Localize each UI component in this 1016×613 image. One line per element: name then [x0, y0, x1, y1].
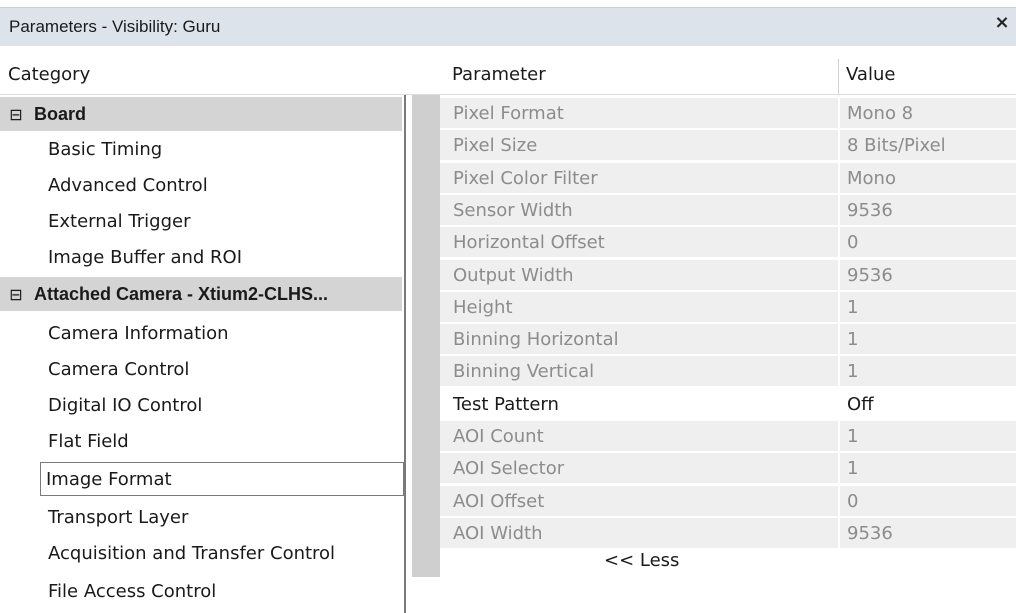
parameter-name: Sensor Width	[440, 194, 838, 226]
parameter-value: 0	[839, 227, 1016, 259]
category-item[interactable]: Acquisition and Transfer Control	[0, 537, 402, 571]
category-label: External Trigger	[48, 211, 191, 232]
parameter-column-header[interactable]: Parameter	[452, 59, 546, 91]
category-label: Basic Timing	[48, 139, 163, 160]
parameter-value: 1	[839, 421, 1016, 452]
parameter-name: Binning Vertical	[440, 356, 838, 388]
parameter-value: 0	[839, 485, 1016, 517]
column-divider[interactable]	[838, 59, 839, 95]
parameter-name: Test Pattern	[440, 388, 838, 420]
parameter-value[interactable]: Off	[839, 388, 1016, 420]
parameter-name: Pixel Size	[440, 130, 838, 162]
parameter-value: 9536	[839, 194, 1016, 226]
parameter-row[interactable]: Sensor Width 9536	[440, 194, 1016, 227]
parameter-value: Mono	[839, 162, 1016, 194]
category-label: Digital IO Control	[48, 395, 203, 416]
parameter-name: Pixel Color Filter	[440, 162, 838, 194]
category-label: Camera Information	[48, 323, 229, 344]
category-item[interactable]: Transport Layer	[0, 501, 402, 535]
parameter-row[interactable]: Binning Vertical 1	[440, 356, 1016, 388]
parameter-row[interactable]: Pixel Size 8 Bits/Pixel	[440, 130, 1016, 162]
category-label: Board	[34, 104, 87, 124]
parameter-value: 1	[839, 453, 1016, 485]
category-item[interactable]: File Access Control	[0, 575, 402, 609]
parameter-row[interactable]: AOI Offset 0	[440, 485, 1016, 518]
parameter-row[interactable]: Pixel Format Mono 8	[440, 98, 1016, 130]
category-item[interactable]: Camera Information	[0, 317, 402, 351]
window-titlebar: Parameters - Visibility: Guru ×	[0, 7, 1016, 46]
parameter-row[interactable]: AOI Selector 1	[440, 453, 1016, 485]
parameter-row[interactable]: Height 1	[440, 291, 1016, 324]
parameter-value: 1	[839, 324, 1016, 356]
parameter-row[interactable]: Pixel Color Filter Mono	[440, 162, 1016, 195]
category-label: Camera Control	[48, 359, 190, 380]
parameter-value: 9536	[839, 259, 1016, 291]
category-group[interactable]: ⊟ Attached Camera - Xtium2-CLHS...	[0, 277, 402, 311]
close-icon[interactable]: ×	[991, 12, 1013, 34]
parameter-value: 1	[839, 291, 1016, 323]
parameter-name: Output Width	[440, 259, 838, 291]
parameter-row[interactable]: Binning Horizontal 1	[440, 324, 1016, 356]
category-item[interactable]: Advanced Control	[0, 169, 402, 203]
category-label: Advanced Control	[48, 175, 208, 196]
category-tree: ⊟ Board Basic Timing Advanced Control Extern…	[0, 95, 406, 613]
category-item[interactable]: Image Format	[40, 462, 404, 496]
category-label: Transport Layer	[48, 507, 189, 528]
parameter-row[interactable]: AOI Count 1	[440, 421, 1016, 453]
category-item[interactable]: Image Buffer and ROI	[0, 241, 402, 275]
category-item[interactable]: Flat Field	[0, 425, 402, 459]
parameter-value: 9536	[839, 517, 1016, 549]
parameter-value: Mono 8	[839, 98, 1016, 129]
category-group[interactable]: ⊟ Board	[0, 97, 402, 131]
category-item[interactable]: External Trigger	[0, 205, 402, 239]
collapse-icon[interactable]: ⊟	[9, 98, 23, 131]
parameter-name: Height	[440, 291, 838, 323]
category-header: Category	[8, 64, 91, 85]
category-item[interactable]: Camera Control	[0, 353, 402, 387]
category-label: Flat Field	[48, 431, 129, 452]
parameter-name: AOI Offset	[440, 485, 838, 517]
parameter-value: 1	[839, 356, 1016, 388]
value-column-header[interactable]: Value	[846, 59, 895, 91]
parameter-row[interactable]: Test Pattern Off	[440, 388, 1016, 421]
category-label: Image Buffer and ROI	[48, 247, 243, 268]
parameter-name: Horizontal Offset	[440, 227, 838, 259]
category-label: File Access Control	[48, 581, 217, 602]
parameter-name: AOI Selector	[440, 453, 838, 485]
category-label: Image Format	[46, 469, 172, 490]
category-label: Attached Camera - Xtium2-CLHS...	[34, 284, 329, 304]
parameter-name: AOI Width	[440, 517, 838, 549]
category-item[interactable]: Basic Timing	[0, 133, 402, 167]
parameter-name: AOI Count	[440, 421, 838, 452]
window-title: Parameters - Visibility: Guru	[9, 17, 221, 36]
less-button[interactable]: << Less	[604, 550, 679, 571]
collapse-icon[interactable]: ⊟	[9, 278, 23, 311]
parameter-name: Pixel Format	[440, 98, 838, 129]
category-label: Acquisition and Transfer Control	[48, 543, 336, 564]
parameter-value: 8 Bits/Pixel	[839, 130, 1016, 162]
category-item[interactable]: Digital IO Control	[0, 389, 402, 423]
parameter-name: Binning Horizontal	[440, 324, 838, 356]
parameter-row[interactable]: AOI Width 9536	[440, 517, 1016, 550]
parameter-gutter	[412, 95, 440, 577]
parameter-row[interactable]: Horizontal Offset 0	[440, 227, 1016, 259]
parameter-row[interactable]: Output Width 9536	[440, 259, 1016, 292]
